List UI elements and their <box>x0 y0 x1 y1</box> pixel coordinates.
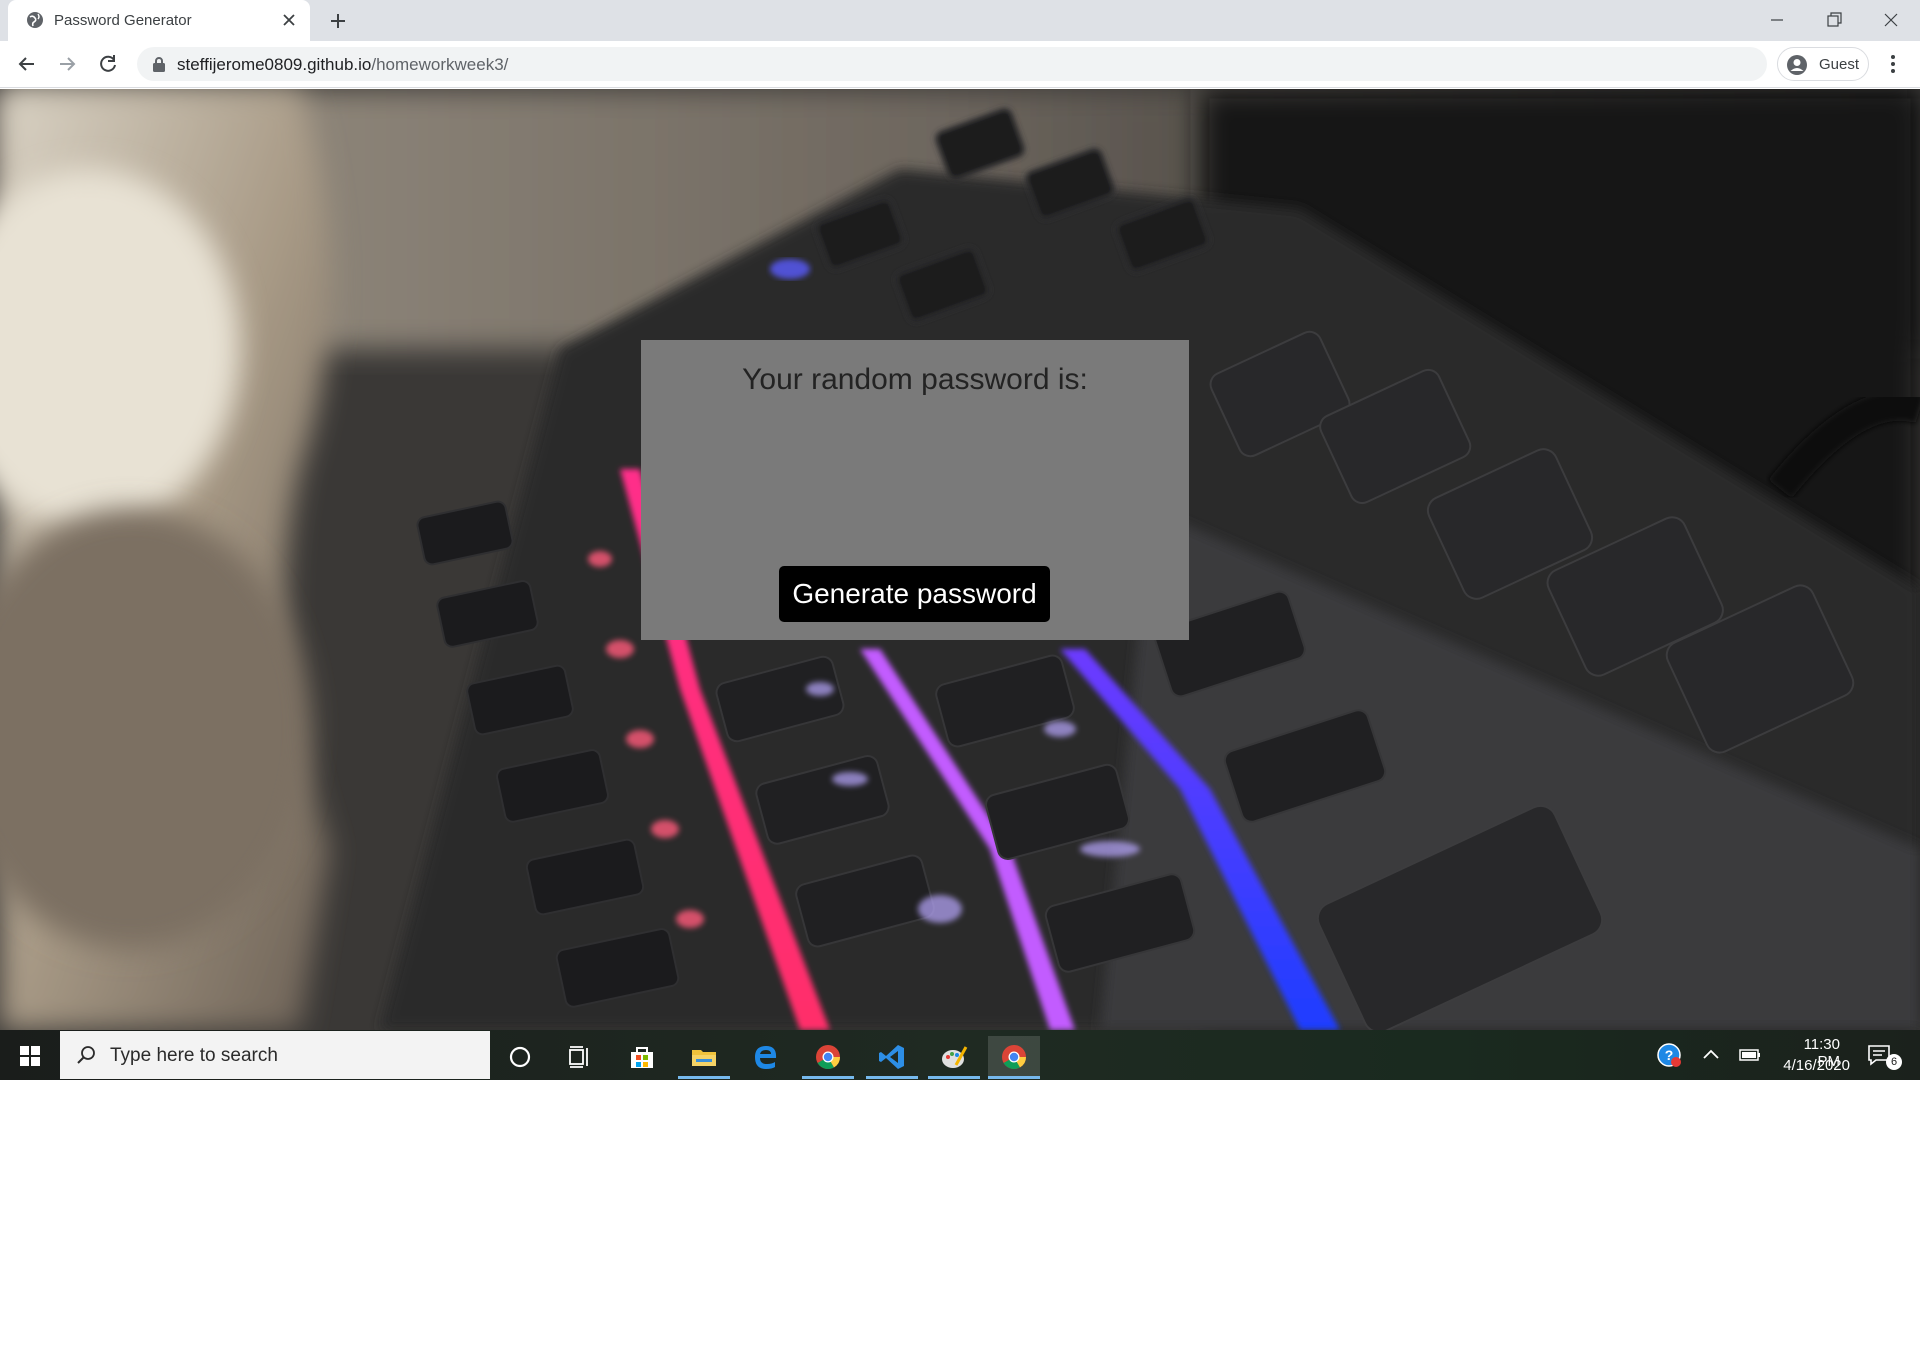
new-tab-icon[interactable] <box>326 9 350 33</box>
tab-title: Password Generator <box>54 12 192 29</box>
window-close-icon[interactable] <box>1876 8 1906 32</box>
chrome-active-icon[interactable] <box>988 1036 1040 1079</box>
running-indicator <box>866 1076 918 1079</box>
browser-toolbar: steffijerome0809.github.io/homeworkweek3… <box>0 41 1920 88</box>
running-indicator <box>988 1076 1040 1079</box>
screen: Password Generator steffijerome0809.gith… <box>0 0 1920 1080</box>
globe-icon <box>27 12 43 28</box>
browser-title-bar: Password Generator <box>0 0 1920 41</box>
url-host: steffijerome0809.github.io <box>177 55 372 74</box>
taskbar-search-box[interactable]: Type here to search <box>60 1031 490 1079</box>
url-text: steffijerome0809.github.io/homeworkweek3… <box>177 55 508 75</box>
reload-icon[interactable] <box>95 51 121 77</box>
address-bar[interactable]: steffijerome0809.github.io/homeworkweek3… <box>137 47 1767 81</box>
clock-date[interactable]: 4/16/2020 <box>1770 1057 1850 1074</box>
running-indicator <box>678 1076 730 1079</box>
file-explorer-icon[interactable] <box>678 1036 730 1079</box>
avatar-icon <box>1787 55 1807 75</box>
notification-count-badge: 6 <box>1886 1054 1902 1070</box>
close-tab-icon[interactable] <box>280 11 298 29</box>
password-output[interactable] <box>665 420 1165 540</box>
browser-tab[interactable]: Password Generator <box>8 0 310 41</box>
minimize-icon[interactable] <box>1762 8 1792 32</box>
battery-icon[interactable] <box>1737 1042 1763 1068</box>
edge-icon[interactable] <box>740 1036 792 1076</box>
url-path: /homeworkweek3/ <box>371 55 509 74</box>
page-viewport: Your random password is: Generate passwo… <box>0 89 1920 1030</box>
generate-password-button[interactable]: Generate password <box>779 566 1050 622</box>
windows-taskbar: Type here to search ? 11:30 PM 4/16/2020… <box>0 1030 1920 1080</box>
profile-button[interactable]: Guest <box>1777 47 1869 81</box>
lock-icon[interactable] <box>152 56 166 72</box>
cortana-icon[interactable] <box>494 1036 546 1076</box>
running-indicator <box>802 1076 854 1079</box>
more-menu-icon[interactable] <box>1882 51 1904 77</box>
chrome-icon[interactable] <box>802 1036 854 1079</box>
action-center-button[interactable]: 6 <box>1866 1042 1902 1070</box>
restore-icon[interactable] <box>1819 8 1849 32</box>
card-heading: Your random password is: <box>742 363 1088 396</box>
search-placeholder: Type here to search <box>110 1045 278 1066</box>
forward-arrow-icon[interactable] <box>54 51 80 77</box>
profile-label: Guest <box>1819 56 1860 73</box>
task-view-icon[interactable] <box>554 1036 606 1076</box>
help-icon[interactable]: ? <box>1656 1042 1682 1068</box>
search-icon <box>77 1046 95 1064</box>
running-indicator <box>928 1076 980 1079</box>
paint-icon[interactable] <box>928 1036 980 1079</box>
windows-start-icon[interactable] <box>10 1043 50 1069</box>
vscode-icon[interactable] <box>866 1036 918 1079</box>
back-arrow-icon[interactable] <box>14 51 40 77</box>
password-card: Your random password is: Generate passwo… <box>641 340 1189 640</box>
microsoft-store-icon[interactable] <box>616 1036 668 1076</box>
chevron-up-icon[interactable] <box>1698 1042 1724 1068</box>
